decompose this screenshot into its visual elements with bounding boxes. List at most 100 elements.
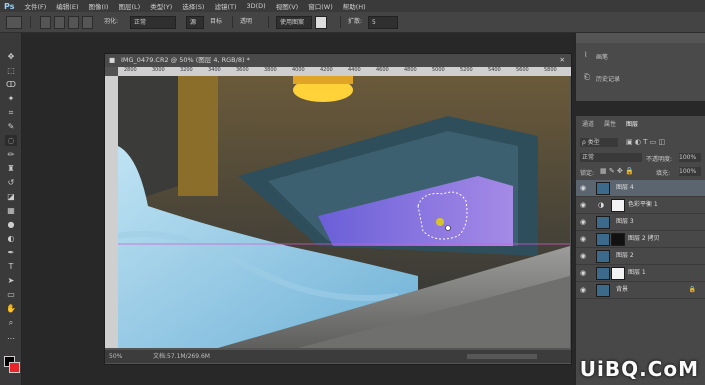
visibility-eye-icon[interactable]: ◉: [580, 265, 586, 281]
patch-tool-icon[interactable]: ◌: [5, 135, 17, 146]
ruler-tick: 4400: [348, 67, 361, 73]
document-window: ■ IMG_0479.CR2 @ 50% (图层 4, RGB/8) * ✕ 2…: [104, 53, 572, 365]
more-tools-icon[interactable]: …: [5, 331, 17, 342]
diffusion-value[interactable]: 5: [368, 16, 398, 29]
menu-edit[interactable]: 编辑(E): [51, 1, 83, 11]
layer-name[interactable]: 色彩平衡 1: [628, 197, 658, 213]
close-doc-icon[interactable]: ■: [109, 54, 115, 67]
magic-wand-icon[interactable]: ✦: [5, 93, 17, 104]
watermark-logo: UiBQ.CoM: [579, 357, 699, 381]
blur-icon[interactable]: ●: [5, 219, 17, 230]
type-tool-icon[interactable]: T: [5, 261, 17, 272]
menu-view[interactable]: 视图(V): [271, 1, 304, 11]
dodge-icon[interactable]: ◐: [5, 233, 17, 244]
move-tool-icon[interactable]: ✥: [5, 51, 17, 62]
transparent-checkbox[interactable]: 透明: [240, 16, 252, 27]
visibility-eye-icon[interactable]: ◉: [580, 214, 586, 230]
visibility-eye-icon[interactable]: ◉: [580, 282, 586, 298]
history-panel: ⌇ 画笔 ⎗ 历史记录: [575, 33, 705, 101]
layer-name[interactable]: 图层 3: [616, 214, 634, 230]
document-title: IMG_0479.CR2 @ 50% (图层 4, RGB/8) *: [121, 56, 250, 64]
marquee-tool-icon[interactable]: ⬚: [5, 65, 17, 76]
crop-tool-icon[interactable]: ⌗: [5, 107, 17, 118]
background-color-swatch[interactable]: [9, 362, 20, 373]
menu-select[interactable]: 选择(S): [177, 1, 209, 11]
clone-stamp-icon[interactable]: ♜: [5, 163, 17, 174]
pen-tool-icon[interactable]: ✒: [5, 247, 17, 258]
layer-name[interactable]: 图层 2 拷贝: [628, 231, 660, 247]
tool-preset-picker[interactable]: [6, 16, 22, 29]
pattern-swatch[interactable]: [315, 16, 327, 29]
lasso-tool-icon[interactable]: ↀ: [5, 79, 17, 90]
add-selection-button[interactable]: [54, 16, 65, 29]
destination-radio[interactable]: 目标: [210, 16, 222, 27]
filter-icons[interactable]: ▣ ◐ T ▭ ◫: [626, 138, 665, 146]
use-pattern-button[interactable]: 使用图案: [276, 16, 312, 29]
ruler-tick: 3000: [152, 67, 165, 73]
vertical-ruler[interactable]: [105, 76, 118, 348]
visibility-eye-icon[interactable]: ◉: [580, 180, 586, 196]
menu-window[interactable]: 窗口(W): [303, 1, 338, 11]
document-tab[interactable]: ■ IMG_0479.CR2 @ 50% (图层 4, RGB/8) * ✕: [105, 54, 571, 67]
opacity-label: 不透明度:: [646, 156, 673, 163]
close-window-icon[interactable]: ✕: [560, 54, 565, 67]
history-item[interactable]: 画笔: [596, 52, 608, 61]
history-brush-icon[interactable]: ↺: [5, 177, 17, 188]
layer-row[interactable]: ◉ 背景 🔒: [576, 282, 705, 299]
horizontal-scrollbar[interactable]: [467, 354, 537, 359]
menu-file[interactable]: 文件(F): [19, 1, 51, 11]
horizontal-ruler[interactable]: 2800 3000 3200 3400 3600 3800 4000 4200 …: [118, 67, 571, 76]
visibility-eye-icon[interactable]: ◉: [580, 197, 586, 213]
opacity-input[interactable]: 100%: [679, 153, 701, 162]
history-item[interactable]: 历史记录: [596, 74, 620, 83]
tab-layers[interactable]: 图层: [626, 119, 638, 128]
ruler-tick: 4200: [320, 67, 333, 73]
layer-thumbnail: [596, 182, 610, 195]
layer-name[interactable]: 图层 4: [616, 180, 634, 196]
menu-help[interactable]: 帮助(H): [338, 1, 371, 11]
hand-tool-icon[interactable]: ✋: [5, 303, 17, 314]
layer-row[interactable]: ◉ 图层 2: [576, 248, 705, 265]
layer-name[interactable]: 图层 2: [616, 248, 634, 264]
panel-header[interactable]: [576, 33, 705, 43]
layer-row[interactable]: ◉ 图层 1: [576, 265, 705, 282]
layer-mask-thumbnail: [611, 233, 625, 246]
new-selection-button[interactable]: [40, 16, 51, 29]
photo-image: [118, 76, 570, 348]
brush-tool-icon[interactable]: ✏: [5, 149, 17, 160]
menu-3d[interactable]: 3D(D): [241, 2, 270, 10]
tab-channels[interactable]: 通道: [582, 119, 594, 128]
subtract-selection-button[interactable]: [68, 16, 79, 29]
layer-thumbnail: [596, 216, 610, 229]
eraser-icon[interactable]: ◪: [5, 191, 17, 202]
intersect-selection-button[interactable]: [82, 16, 93, 29]
layer-thumbnail: [596, 284, 610, 297]
layer-name[interactable]: 图层 1: [628, 265, 646, 281]
blend-mode-select[interactable]: 正常: [580, 153, 642, 162]
shape-tool-icon[interactable]: ▭: [5, 289, 17, 300]
lock-icons[interactable]: ▦ ✎ ✥ 🔒: [600, 167, 634, 175]
visibility-eye-icon[interactable]: ◉: [580, 231, 586, 247]
brush-history-icon: ⌇: [584, 51, 588, 59]
layer-filter-select[interactable]: ρ 类型: [580, 138, 618, 147]
mode-select[interactable]: 正常: [130, 16, 176, 29]
layer-row[interactable]: ◉ ◑ 色彩平衡 1: [576, 197, 705, 214]
menu-filter[interactable]: 滤镜(T): [209, 1, 241, 11]
eyedropper-icon[interactable]: ✎: [5, 121, 17, 132]
path-select-icon[interactable]: ➤: [5, 275, 17, 286]
visibility-eye-icon[interactable]: ◉: [580, 248, 586, 264]
menu-layer[interactable]: 图层(L): [113, 1, 145, 11]
photo-canvas[interactable]: [118, 76, 570, 348]
layer-row[interactable]: ◉ 图层 3: [576, 214, 705, 231]
gradient-icon[interactable]: ▦: [5, 205, 17, 216]
fill-input[interactable]: 100%: [679, 167, 701, 176]
menu-type[interactable]: 类型(Y): [145, 1, 177, 11]
zoom-tool-icon[interactable]: ⌕: [5, 317, 17, 328]
source-radio[interactable]: 源: [186, 16, 204, 29]
layer-row[interactable]: ◉ 图层 2 拷贝: [576, 231, 705, 248]
zoom-level[interactable]: 50%: [109, 350, 122, 363]
layer-name[interactable]: 背景: [616, 282, 628, 298]
layer-row[interactable]: ◉ 图层 4: [576, 180, 705, 197]
tab-properties[interactable]: 属性: [604, 119, 616, 128]
menu-image[interactable]: 图像(I): [83, 1, 113, 11]
